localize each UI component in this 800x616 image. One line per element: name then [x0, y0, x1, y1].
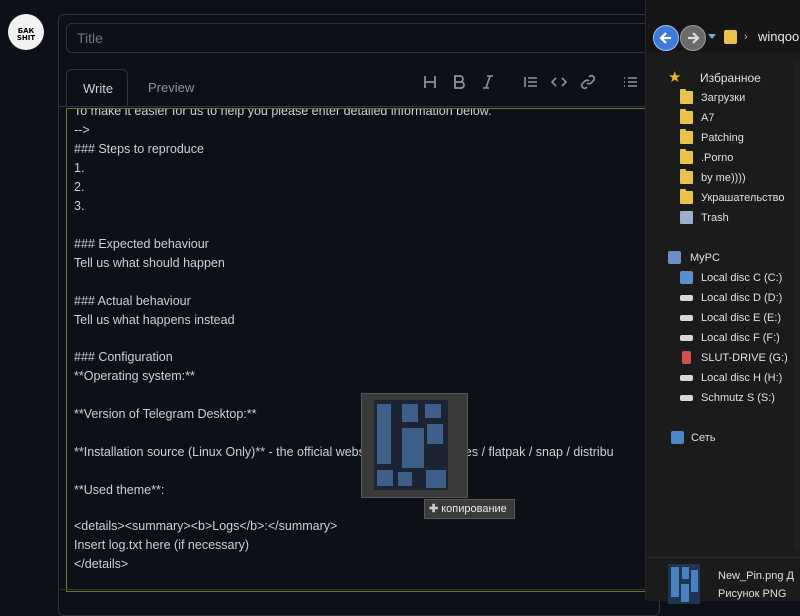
file-type: Рисунок PNG — [718, 588, 787, 600]
file-name: New_Pin.png Д — [718, 570, 794, 582]
text-line: ### Steps to reproduce — [74, 142, 204, 156]
text-line: ### Configuration — [74, 350, 173, 364]
dragged-image — [374, 400, 448, 490]
drive-icon — [680, 315, 693, 321]
plus-icon: ✚ — [429, 503, 439, 515]
avatar[interactable]: БАК SHIT — [8, 14, 44, 50]
text-line: 2. — [74, 180, 85, 194]
drive-label: Local disc H (H:) — [701, 372, 783, 384]
address-folder-icon — [724, 30, 737, 44]
trash-icon — [680, 211, 693, 224]
drive-label: SLUT-DRIVE (G:) — [701, 352, 788, 364]
drive-label: Local disc D (D:) — [701, 292, 783, 304]
italic-icon[interactable] — [476, 70, 500, 94]
favorite-label: .Porno — [701, 152, 734, 164]
usb-drive-icon — [682, 351, 691, 364]
folder-icon — [680, 89, 693, 104]
link-icon[interactable] — [576, 70, 600, 94]
breadcrumb-chevron-icon[interactable]: › — [744, 31, 748, 43]
text-line: **Used theme**: — [74, 483, 165, 497]
text-line: <details><summary><b>Logs</b>:</summary> — [74, 519, 338, 533]
favorite-label: Загрузки — [701, 92, 746, 104]
text-line: Tell us what happens instead — [74, 313, 235, 327]
bold-icon[interactable] — [447, 70, 471, 94]
text-line: ### Expected behaviour — [74, 237, 209, 251]
drag-preview-thumbnail — [361, 393, 468, 498]
left-gutter: БАК SHIT — [0, 0, 58, 600]
text-line: **Version of Telegram Desktop:** — [74, 407, 257, 421]
folder-icon — [680, 129, 693, 144]
explorer-scrollbar[interactable] — [794, 60, 800, 550]
text-line: 3. — [74, 199, 85, 213]
navigation-pane: ★ Избранное Загрузки A7 Patching .Porno by m… — [668, 69, 788, 444]
text-line: --> — [74, 123, 90, 137]
star-icon: ★ — [668, 69, 682, 86]
text-line: 1. — [74, 161, 85, 175]
back-button[interactable] — [653, 25, 679, 51]
avatar-logo-text: БАК SHIT — [16, 27, 36, 42]
title-input[interactable] — [66, 23, 656, 53]
drive-icon — [680, 395, 693, 401]
drive-label: Schmutz S (S:) — [701, 392, 775, 404]
editor-divider — [60, 589, 650, 590]
code-icon[interactable] — [547, 70, 571, 94]
text-line: To make it easier for us to help you ple… — [74, 108, 492, 118]
drive-label: Local disc E (E:) — [701, 312, 782, 324]
favorite-label: Patching — [701, 132, 744, 144]
details-pane: New_Pin.png Д Рисунок PNG — [646, 557, 800, 604]
tab-preview[interactable]: Preview — [132, 69, 210, 106]
folder-icon — [680, 169, 693, 184]
issue-body-textarea[interactable]: To make it easier for us to help you ple… — [66, 108, 652, 592]
favorite-label: Украшательство — [701, 192, 785, 204]
tab-write[interactable]: Write — [66, 69, 128, 106]
address-bar-path[interactable]: winqoo — [758, 29, 799, 44]
folder-icon — [680, 189, 693, 204]
quote-icon[interactable] — [519, 70, 543, 94]
file-thumbnail — [668, 564, 700, 604]
favorite-label: by me)))) — [701, 172, 746, 184]
heading-icon[interactable] — [418, 70, 442, 94]
forward-button[interactable] — [680, 25, 706, 51]
folder-icon — [680, 149, 693, 164]
list-icon[interactable] — [618, 70, 642, 94]
recent-pages-dropdown-icon[interactable] — [708, 34, 716, 39]
copy-tooltip: ✚ копирование — [424, 499, 515, 519]
drive-icon — [680, 271, 693, 284]
drive-label: Local disc F (F:) — [701, 332, 780, 344]
favorite-label: Trash — [701, 212, 729, 224]
drive-icon — [680, 295, 693, 301]
text-line: **Installation source (Linux Only)** - t… — [74, 445, 614, 459]
text-line: ### Actual behaviour — [74, 294, 191, 308]
drive-icon — [680, 375, 693, 381]
drive-label: Local disc C (C:) — [701, 272, 783, 284]
text-line: **Operating system:** — [74, 369, 195, 383]
favorite-label: A7 — [701, 112, 715, 124]
explorer-toolbar: › winqoo — [646, 0, 800, 52]
text-line: </details> — [74, 557, 129, 571]
text-line: Tell us what should happen — [74, 256, 225, 270]
drive-icon — [680, 335, 693, 341]
text-line: Insert log.txt here (if necessary) — [74, 538, 250, 552]
file-explorer-window: › winqoo ★ Избранное Загрузки A7 Patching.… — [645, 0, 800, 604]
network-icon — [671, 431, 684, 444]
folder-icon — [680, 109, 693, 124]
computer-icon — [668, 251, 681, 264]
